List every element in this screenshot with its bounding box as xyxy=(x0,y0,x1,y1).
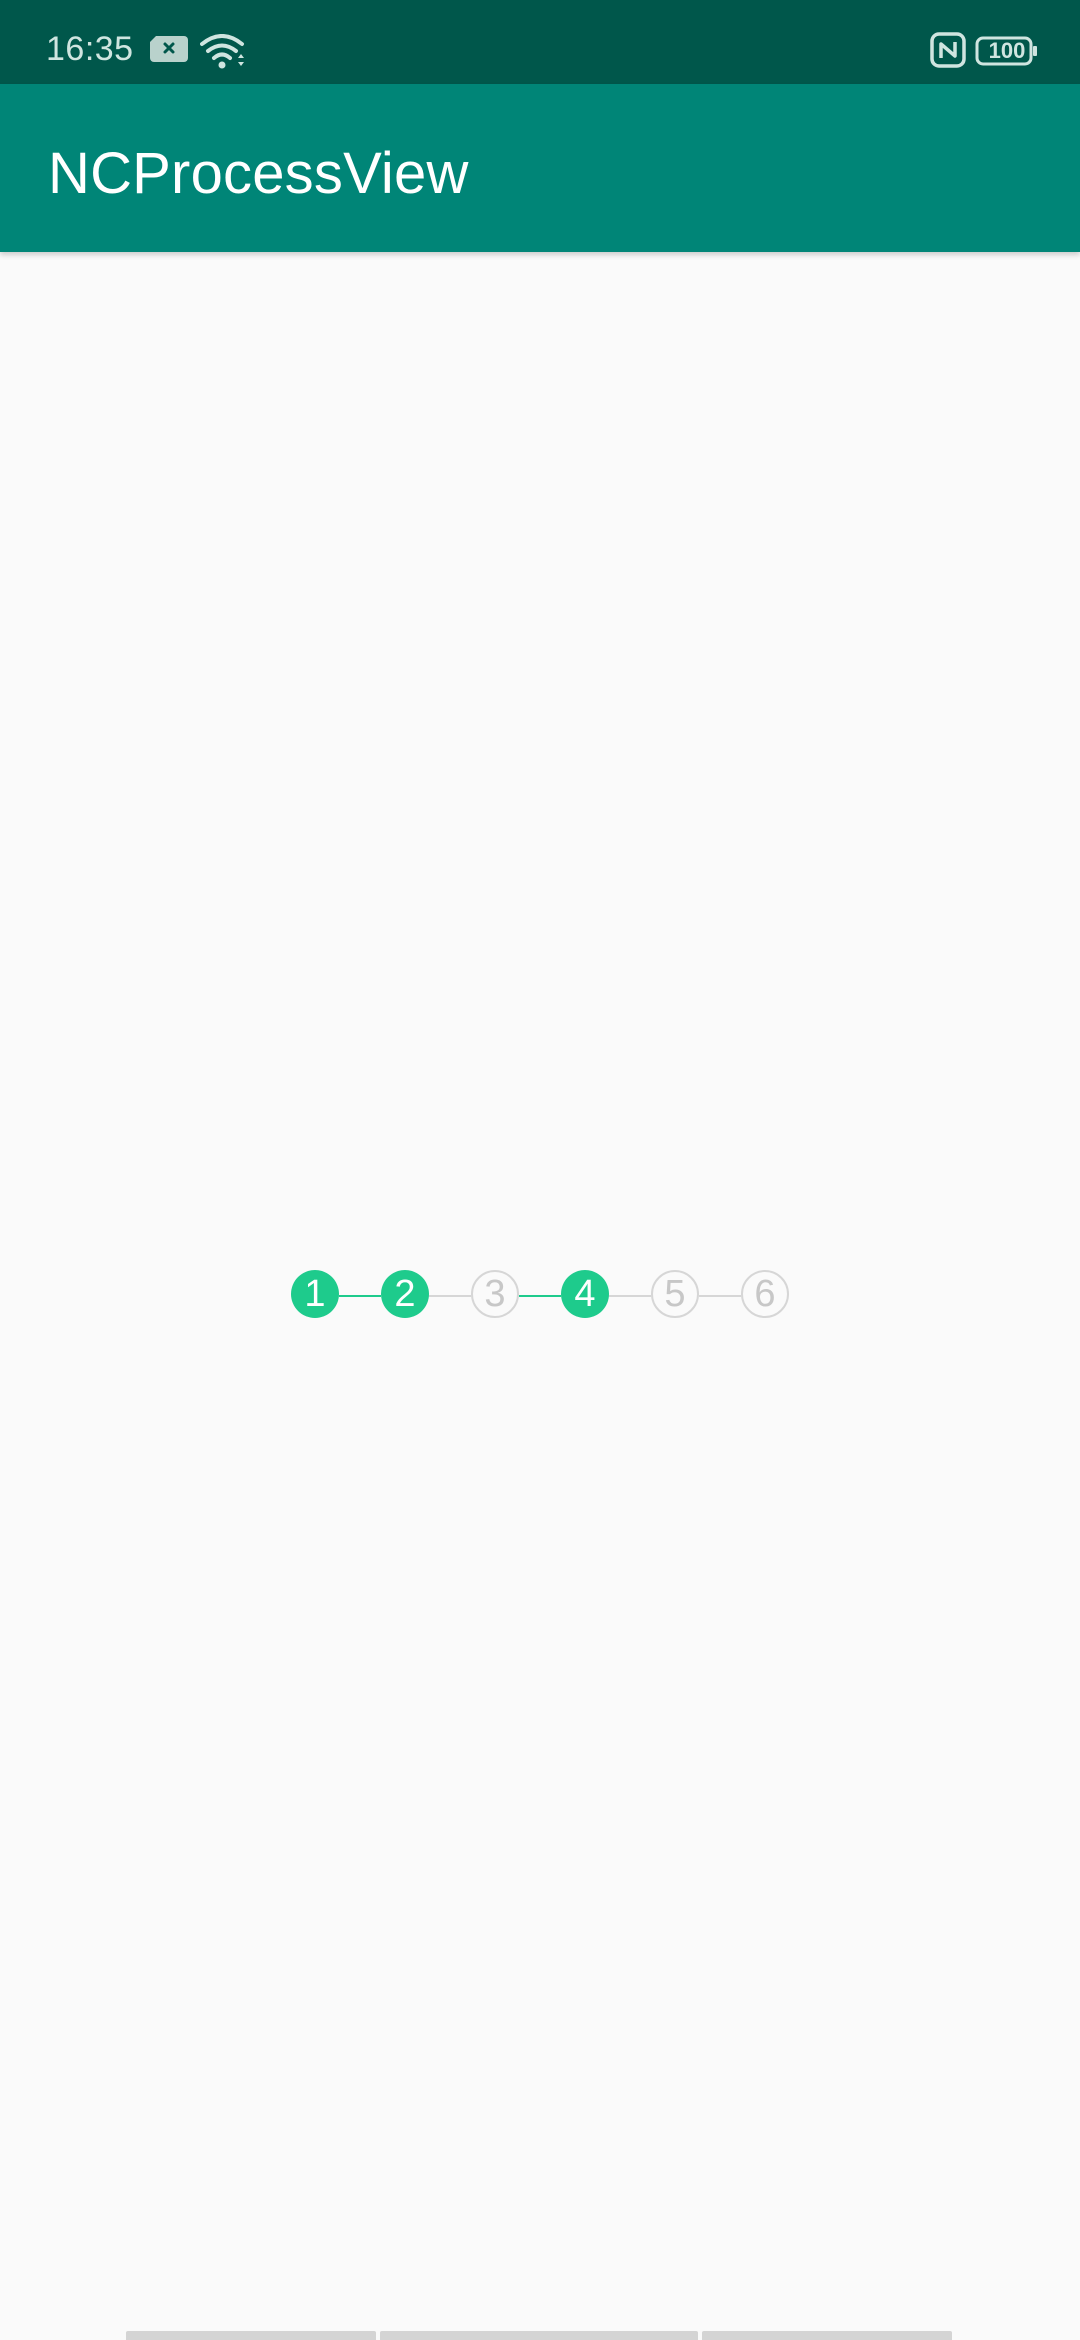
step-connector xyxy=(699,1295,741,1297)
step-connector xyxy=(339,1295,381,1297)
navigation-bar[interactable] xyxy=(126,2331,952,2340)
process-step-5: 5 xyxy=(651,1270,699,1318)
step-connector xyxy=(429,1295,471,1297)
nav-home-area[interactable] xyxy=(380,2331,698,2340)
page-title: NCProcessView xyxy=(48,141,469,206)
process-step-3: 3 xyxy=(471,1270,519,1318)
nfc-icon xyxy=(930,32,966,68)
nav-back-area[interactable] xyxy=(126,2331,376,2340)
process-step-6: 6 xyxy=(741,1270,789,1318)
status-time: 16:35 xyxy=(46,30,134,68)
sim-card-x-icon xyxy=(150,36,188,62)
process-step-1: 1 xyxy=(291,1270,339,1318)
step-connector xyxy=(609,1295,651,1297)
process-view: 123456 xyxy=(0,1270,1080,1320)
wifi-icon xyxy=(200,34,244,69)
step-connector xyxy=(519,1295,561,1297)
process-step-4: 4 xyxy=(561,1270,609,1318)
nav-recents-area[interactable] xyxy=(702,2331,952,2340)
status-bar: 16:35 100 xyxy=(0,0,1080,84)
process-step-2: 2 xyxy=(381,1270,429,1318)
battery-level: 100 xyxy=(988,38,1026,63)
app-bar: NCProcessView xyxy=(0,84,1080,252)
